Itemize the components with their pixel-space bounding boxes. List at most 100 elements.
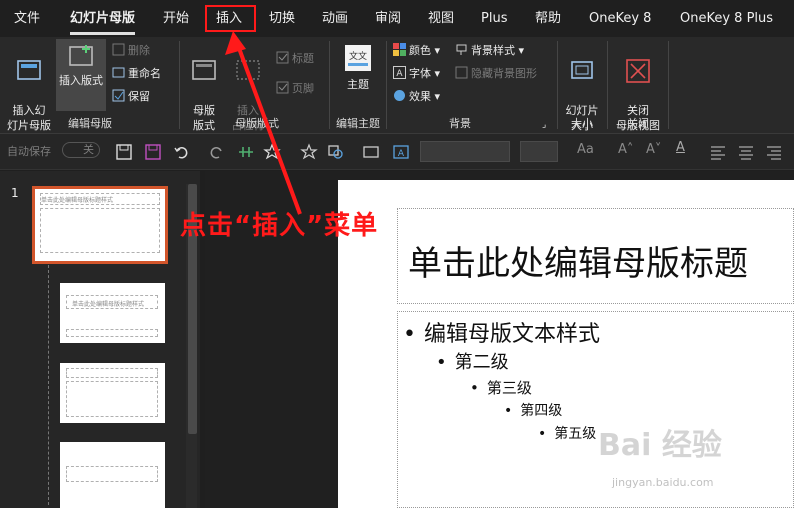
delete-icon	[112, 43, 125, 56]
bullet: •	[403, 322, 416, 347]
tab-plus[interactable]: Plus	[481, 0, 507, 37]
tab-view[interactable]: 视图	[428, 0, 454, 37]
close-master-icon	[626, 59, 650, 83]
delete-button[interactable]: 删除	[112, 43, 150, 59]
increase-font-icon[interactable]: A˄	[618, 142, 633, 157]
layout-thumbnail[interactable]	[60, 363, 165, 423]
background-styles-label: 背景样式	[471, 44, 515, 57]
insert-slide-master-button[interactable]: 插入幻 灯片母版	[4, 43, 54, 133]
grid-icon[interactable]	[237, 143, 255, 161]
save-icon[interactable]	[115, 143, 133, 161]
background-dialog-launcher-icon[interactable]: ⌟	[542, 117, 546, 133]
fonts-icon: A	[393, 66, 406, 79]
thumbnail-title-box	[40, 193, 160, 205]
tab-review[interactable]: 审阅	[375, 0, 401, 37]
svg-text:文文: 文文	[349, 50, 367, 62]
tab-animations[interactable]: 动画	[322, 0, 348, 37]
font-size-combo[interactable]	[520, 141, 558, 162]
baidu-watermark-logo: Bai 经验	[598, 428, 722, 463]
thumbnail-body-box	[40, 208, 160, 253]
footer-checkbox[interactable]: 页脚	[276, 81, 314, 97]
slide-master-icon	[17, 60, 41, 80]
font-color-icon[interactable]: A	[676, 140, 685, 155]
effects-dropdown[interactable]: 效果 ▾	[393, 89, 440, 105]
title-placeholder-text: 单击此处编辑母版标题	[408, 244, 748, 284]
insert-slide-master-label: 插入幻 灯片母版	[7, 104, 51, 132]
tab-onekey8[interactable]: OneKey 8	[589, 0, 651, 37]
autosave-state: 关	[83, 143, 94, 156]
align-center-icon[interactable]	[737, 143, 755, 161]
effects-label: 效果	[409, 90, 431, 103]
rename-button[interactable]: 重命名	[112, 66, 161, 82]
master-layout-button[interactable]: 母版 版式	[184, 43, 224, 133]
quick-access-toolbar: 自动保存 关 A Aa A˄ A˅ A	[0, 134, 794, 170]
hide-background-checkbox[interactable]: 隐藏背景图形	[455, 66, 537, 82]
text-level-2: • 第二级	[436, 348, 509, 374]
text-level-3: • 第三级	[470, 377, 532, 398]
background-styles-dropdown[interactable]: 背景样式 ▾	[455, 43, 524, 59]
themes-icon: 文文	[345, 45, 371, 71]
undo-icon[interactable]	[173, 143, 191, 161]
font-name-combo[interactable]	[420, 141, 510, 162]
bullet: •	[436, 352, 447, 373]
tab-home[interactable]: 开始	[163, 0, 189, 37]
placeholder-icon	[236, 60, 260, 80]
picture-icon[interactable]	[362, 143, 380, 161]
insert-layout-button[interactable]: 插入版式	[56, 39, 106, 111]
tab-help[interactable]: 帮助	[535, 0, 561, 37]
align-left-icon[interactable]	[709, 143, 727, 161]
master-layout-group-label: 母版版式	[235, 117, 279, 130]
rename-label: 重命名	[128, 67, 161, 80]
title-checkbox[interactable]: 标题	[276, 51, 314, 67]
tab-transitions[interactable]: 切换	[269, 0, 295, 37]
text-level-2-label: 第二级	[454, 352, 509, 373]
autosave-label: 自动保存	[7, 145, 51, 158]
bullet: •	[470, 379, 479, 397]
baidu-watermark-url: jingyan.baidu.com	[612, 476, 714, 489]
decrease-font-icon[interactable]: A˅	[646, 142, 661, 157]
bullet: •	[538, 426, 547, 442]
redo-icon[interactable]	[207, 143, 225, 161]
text-level-5-label: 第五级	[554, 426, 597, 442]
change-case-button[interactable]: Aa	[577, 142, 594, 157]
tab-file[interactable]: 文件	[14, 0, 40, 37]
tab-slide-master[interactable]: 幻灯片母版	[70, 0, 136, 37]
background-styles-icon	[456, 44, 467, 55]
shapes-icon[interactable]	[327, 143, 345, 161]
insert-tab-highlight-box	[205, 5, 256, 32]
delete-label: 删除	[128, 44, 150, 57]
fonts-label: 字体	[409, 67, 431, 80]
layout-thumbnail[interactable]: 单击此处编辑母版标题样式	[60, 283, 165, 343]
title-check-label: 标题	[292, 52, 314, 65]
group-separator	[386, 41, 387, 129]
thumbnail-body-box	[66, 329, 158, 337]
align-right-icon[interactable]	[765, 143, 783, 161]
background-group-label: 背景	[449, 117, 471, 130]
colors-dropdown[interactable]: 颜色 ▾	[393, 43, 440, 59]
size-group-label: 大小	[571, 117, 593, 130]
autosave-toggle[interactable]: 关	[62, 142, 100, 158]
save-as-icon[interactable]	[144, 143, 162, 161]
svg-text:A: A	[398, 149, 405, 159]
themes-button[interactable]: 文文 主题	[338, 43, 378, 92]
layout-thumbnail[interactable]	[60, 442, 165, 508]
footer-check-label: 页脚	[292, 82, 314, 95]
preserve-button[interactable]: 保留	[112, 89, 150, 105]
text-level-4: • 第四级	[504, 400, 562, 420]
group-separator	[607, 41, 608, 129]
master-thumbnail[interactable]: 单击此处编辑母版标题样式	[32, 186, 168, 264]
master-layout-icon	[192, 60, 216, 80]
tab-onekey8-plus[interactable]: OneKey 8 Plus	[680, 0, 773, 37]
hide-background-label: 隐藏背景图形	[471, 67, 537, 80]
textbox-icon[interactable]: A	[392, 143, 410, 161]
annotation-text: 点击“插入”菜单	[180, 211, 379, 241]
star-icon[interactable]	[263, 143, 281, 161]
fonts-dropdown[interactable]: A 字体 ▾	[393, 66, 440, 82]
bullet: •	[504, 403, 513, 419]
group-separator	[179, 41, 180, 129]
star-outline-icon[interactable]	[300, 143, 318, 161]
thumbnail-body-box	[66, 381, 158, 417]
text-level-1: • 编辑母版文本样式	[403, 316, 600, 348]
thumbnail-title-box	[66, 368, 158, 378]
group-separator	[668, 41, 669, 129]
